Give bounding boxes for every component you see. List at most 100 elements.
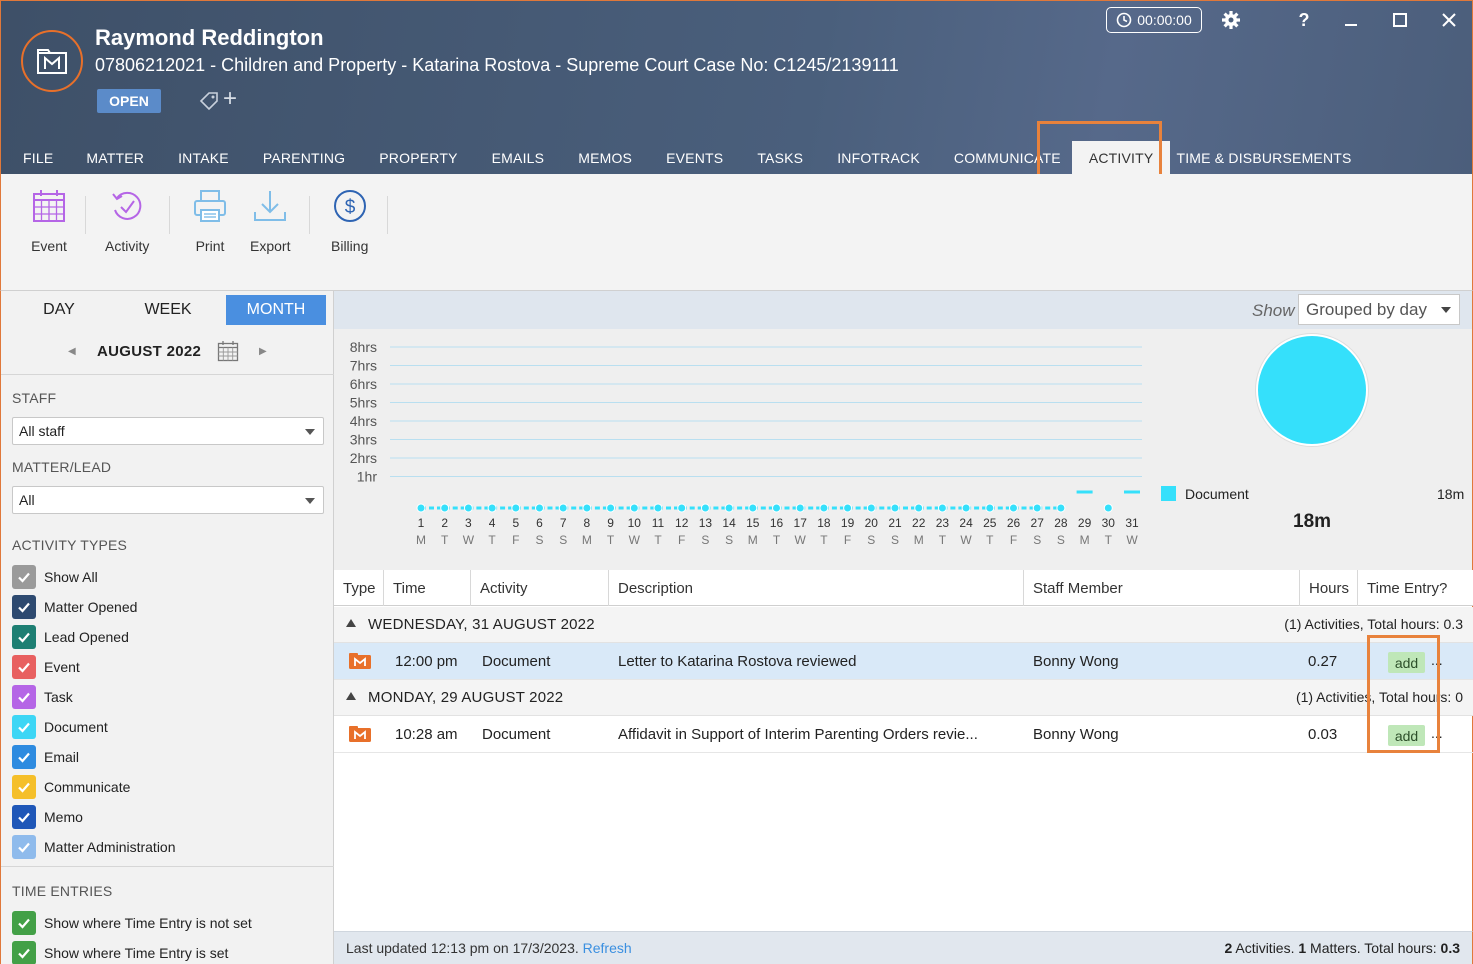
collapse-triangle-icon[interactable]: [346, 692, 356, 700]
activity-type-checkbox-matter-opened[interactable]: Matter Opened: [12, 594, 137, 620]
x-weekday-label: F: [678, 533, 685, 547]
x-tick-label: 30: [1102, 516, 1116, 530]
column-description[interactable]: Description: [609, 570, 1024, 606]
checkmark-icon: [18, 948, 30, 959]
activity-type-checkbox-communicate[interactable]: Communicate: [12, 774, 130, 800]
calendar-picker-icon[interactable]: [217, 340, 239, 362]
range-tab-day[interactable]: DAY: [9, 295, 109, 325]
event-button[interactable]: Event: [31, 188, 67, 254]
time-entry-checkbox-show-where-time-entry-is-set[interactable]: Show where Time Entry is set: [12, 940, 228, 964]
checkbox-icon[interactable]: [12, 805, 36, 829]
checkbox-icon[interactable]: [12, 835, 36, 859]
data-point: [724, 503, 734, 513]
tab-communicate[interactable]: COMMUNICATE: [937, 141, 1072, 175]
tag-icon[interactable]: [197, 89, 221, 113]
activity-type-checkbox-event[interactable]: Event: [12, 654, 80, 680]
column-time[interactable]: Time: [384, 570, 471, 606]
x-tick-label: 7: [560, 516, 567, 530]
x-weekday-label: T: [607, 533, 615, 547]
activity-type-checkbox-show-all[interactable]: Show All: [12, 564, 98, 590]
column-time-entry[interactable]: Time Entry?: [1358, 570, 1473, 606]
range-tab-month[interactable]: MONTH: [226, 295, 326, 325]
checkbox-icon[interactable]: [12, 775, 36, 799]
maximize-icon[interactable]: [1388, 9, 1412, 31]
x-tick-label: 22: [912, 516, 926, 530]
checkbox-label: Document: [44, 719, 108, 735]
tab-tasks[interactable]: TASKS: [740, 141, 820, 175]
add-time-entry-button[interactable]: add: [1388, 652, 1425, 673]
status-badge[interactable]: OPEN: [97, 89, 161, 113]
activity-type-checkbox-lead-opened[interactable]: Lead Opened: [12, 624, 129, 650]
row-activity: Document: [482, 653, 551, 670]
activity-type-checkbox-matter-administration[interactable]: Matter Administration: [12, 834, 176, 860]
column-activity[interactable]: Activity: [471, 570, 609, 606]
timer-button[interactable]: 00:00:00: [1106, 7, 1202, 33]
checkbox-icon[interactable]: [12, 715, 36, 739]
print-button[interactable]: Print: [192, 188, 228, 254]
tab-time-disbursements[interactable]: TIME & DISBURSEMENTS: [1170, 141, 1357, 175]
gear-icon[interactable]: [1219, 9, 1243, 31]
table-row[interactable]: 10:28 am Document Affidavit in Support o…: [334, 716, 1473, 753]
activity-type-checkbox-task[interactable]: Task: [12, 684, 73, 710]
more-options-button[interactable]: ...: [1431, 725, 1443, 741]
totals-summary: 2 Activities. 1 Matters. Total hours: 0.…: [1224, 940, 1460, 956]
grouping-select[interactable]: Grouped by day: [1298, 294, 1460, 325]
collapse-triangle-icon[interactable]: [346, 619, 356, 627]
checkbox-icon[interactable]: [12, 565, 36, 589]
range-tab-week[interactable]: WEEK: [118, 295, 218, 325]
tab-activity[interactable]: ACTIVITY: [1071, 141, 1171, 175]
staff-select[interactable]: All staff: [12, 417, 324, 445]
billing-button[interactable]: $ Billing: [331, 188, 368, 254]
group-row[interactable]: MONDAY, 29 AUGUST 2022 (1) Activities, T…: [334, 680, 1473, 716]
checkbox-icon[interactable]: [12, 595, 36, 619]
add-tag-button[interactable]: +: [223, 87, 237, 111]
matter-select[interactable]: All: [12, 486, 324, 514]
checkbox-icon[interactable]: [12, 685, 36, 709]
tab-emails[interactable]: EMAILS: [475, 141, 562, 175]
toolbar-divider: [309, 196, 310, 234]
tab-infotrack[interactable]: INFOTRACK: [820, 141, 937, 175]
previous-month-icon[interactable]: ◀: [68, 346, 76, 357]
checkbox-icon[interactable]: [12, 911, 36, 935]
export-button[interactable]: Export: [250, 188, 290, 254]
help-icon[interactable]: ?: [1292, 9, 1316, 31]
tab-matter[interactable]: MATTER: [66, 141, 161, 175]
calendar-icon: [33, 190, 65, 222]
x-tick-label: 5: [512, 516, 519, 530]
view-options-bar: Show Grouped by day: [334, 291, 1473, 329]
y-tick-label: 2hrs: [350, 450, 377, 466]
y-tick-label: 1hr: [357, 469, 378, 485]
tab-memos[interactable]: MEMOS: [561, 141, 649, 175]
data-point: [914, 503, 924, 513]
tab-parenting[interactable]: PARENTING: [246, 141, 362, 175]
time-entry-checkbox-show-where-time-entry-is-not-set[interactable]: Show where Time Entry is not set: [12, 910, 252, 936]
client-name: Raymond Reddington: [95, 25, 324, 50]
next-month-icon[interactable]: ▶: [259, 346, 267, 357]
checkbox-icon[interactable]: [12, 625, 36, 649]
column-staff-member[interactable]: Staff Member: [1024, 570, 1300, 606]
group-row[interactable]: WEDNESDAY, 31 AUGUST 2022 (1) Activities…: [334, 607, 1473, 643]
activity-line-chart: 8hrs7hrs6hrs5hrs4hrs3hrs2hrs1hr1M2T3W4T5…: [350, 339, 1142, 547]
table-row[interactable]: 12:00 pm Document Letter to Katarina Ros…: [334, 643, 1473, 680]
activity-type-checkbox-email[interactable]: Email: [12, 744, 79, 770]
activity-type-checkbox-memo[interactable]: Memo: [12, 804, 83, 830]
column-hours[interactable]: Hours: [1300, 570, 1358, 606]
chevron-down-icon: [1441, 307, 1451, 313]
column-type[interactable]: Type: [334, 570, 384, 606]
checkbox-icon[interactable]: [12, 655, 36, 679]
data-point: [890, 503, 900, 513]
tab-property[interactable]: PROPERTY: [362, 141, 474, 175]
activity-type-checkbox-document[interactable]: Document: [12, 714, 108, 740]
tab-events[interactable]: EVENTS: [649, 141, 740, 175]
more-options-button[interactable]: ...: [1431, 652, 1443, 668]
checkbox-icon[interactable]: [12, 745, 36, 769]
checkbox-icon[interactable]: [12, 941, 36, 964]
refresh-link[interactable]: Refresh: [583, 940, 632, 956]
minimize-icon[interactable]: [1339, 9, 1363, 31]
close-icon[interactable]: [1437, 9, 1461, 31]
staff-select-value: All staff: [19, 423, 65, 439]
tab-file[interactable]: FILE: [1, 141, 66, 175]
add-time-entry-button[interactable]: add: [1388, 725, 1425, 746]
tab-intake[interactable]: INTAKE: [161, 141, 246, 175]
activity-button[interactable]: Activity: [105, 188, 149, 254]
